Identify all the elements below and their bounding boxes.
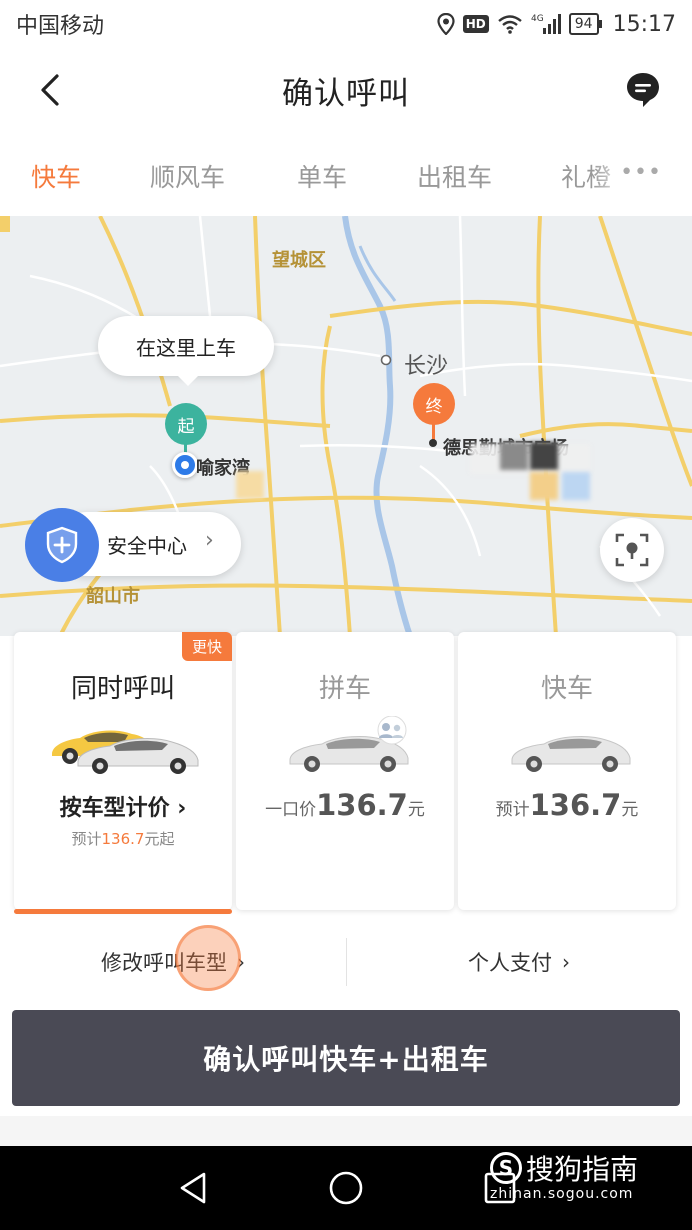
- card-title: 同时呼叫: [70, 674, 175, 704]
- faster-badge: 更快: [181, 632, 232, 661]
- map-blur: [562, 472, 590, 500]
- shield-icon: [25, 508, 99, 582]
- tab-bike[interactable]: 单车: [297, 158, 347, 194]
- status-bar: 中国移动 HD 4G 94 15:17: [0, 0, 692, 48]
- payment-method-label: 个人支付: [468, 951, 552, 975]
- city-label: 长沙: [404, 354, 449, 379]
- more-icon[interactable]: •••: [620, 160, 662, 185]
- express-car-icon: [511, 736, 631, 772]
- county-label: 韶山市: [86, 586, 140, 607]
- taxi-and-car-icon: [52, 730, 199, 774]
- map-blur: [530, 442, 558, 470]
- back-button[interactable]: [30, 68, 70, 112]
- clock: 15:17: [612, 11, 676, 37]
- chevron-left-icon: [41, 74, 59, 106]
- card-title: 拼车: [318, 674, 371, 704]
- price-by-model-label: 按车型计价: [59, 796, 170, 821]
- price-by-model: 按车型计价 ›: [59, 796, 187, 821]
- signal-icon: 4G: [531, 14, 561, 34]
- card-simultaneous-call[interactable]: 更快 同时呼叫 按车型计价 › 预计136.7元起: [14, 632, 232, 914]
- modify-car-type-button[interactable]: 修改呼叫车型 ›: [0, 926, 346, 998]
- watermark-main-text: 搜狗指南: [526, 1153, 639, 1186]
- title-bar: 确认呼叫: [0, 48, 692, 132]
- service-tabs: 快车 顺风车 单车 出租车 礼橙 •••: [0, 132, 692, 216]
- price-value: 136.7: [529, 788, 622, 822]
- card-carpool[interactable]: 拼车 一口价136.7元: [236, 632, 454, 910]
- map-peek-strip: [0, 1116, 692, 1146]
- card-title: 快车: [540, 674, 593, 704]
- watermark-sub: zhinan.sogou.com: [490, 1186, 634, 1202]
- payment-method-button[interactable]: 个人支付 ›: [346, 926, 692, 998]
- page-title: 确认呼叫: [282, 75, 410, 112]
- back-triangle-icon[interactable]: [174, 1168, 214, 1208]
- carpool-car-icon: [289, 716, 409, 772]
- locate-button[interactable]: [600, 518, 664, 582]
- end-pin: 终: [413, 383, 455, 425]
- map-blur: [236, 471, 264, 499]
- message-button[interactable]: [624, 70, 662, 110]
- chat-bubble-icon: [627, 73, 659, 107]
- chevron-right-icon: ›: [205, 528, 214, 553]
- tap-indicator: [175, 925, 241, 991]
- tab-taxi[interactable]: 出租车: [417, 158, 492, 194]
- price-value: 136.7: [316, 788, 408, 822]
- price-estimate: 预计136.7元起: [14, 828, 232, 849]
- chevron-right-icon: ›: [562, 950, 570, 974]
- current-location-icon: [172, 452, 198, 478]
- card-express[interactable]: 快车 预计136.7元: [458, 632, 676, 910]
- start-pin: 起: [165, 403, 207, 445]
- end-pin-stem: [432, 424, 435, 440]
- svg-text:4G: 4G: [531, 14, 544, 24]
- sogou-logo-icon: S: [490, 1152, 522, 1184]
- price-estimate-suffix: 元起: [144, 830, 175, 848]
- safety-center-button[interactable]: 安全中心 ›: [25, 508, 241, 582]
- location-icon: [437, 13, 455, 35]
- price-prefix: 预计: [495, 800, 530, 820]
- price-unit: 元: [407, 800, 425, 820]
- tab-express[interactable]: 快车: [31, 158, 81, 194]
- locate-icon: [615, 533, 649, 567]
- end-pin-dot: [429, 439, 437, 447]
- watermark-main: S 搜狗指南: [490, 1148, 638, 1188]
- map-view[interactable]: 望城区 长沙 韶山市 在这里上车 起 喻家湾 终 德思勤城市广场 安全中心 ›: [0, 216, 692, 636]
- status-icons: HD 4G 94 15:17: [437, 12, 676, 37]
- carpool-price: 一口价136.7元: [236, 788, 454, 822]
- safety-center-label: 安全中心: [107, 534, 187, 558]
- watermark: S 搜狗指南 zhinan.sogou.com: [490, 1146, 670, 1210]
- express-price: 预计136.7元: [458, 788, 676, 822]
- district-label: 望城区: [272, 250, 326, 271]
- car-type-cards: 更快 同时呼叫 按车型计价 › 预计136.7元起 拼车 一口价136.7元 快…: [0, 632, 692, 926]
- price-estimate-prefix: 预计: [71, 830, 102, 848]
- confirm-call-button[interactable]: 确认呼叫快车+出租车: [12, 1010, 680, 1106]
- selected-underline: [14, 909, 232, 914]
- carrier-name: 中国移动: [16, 14, 105, 39]
- options-row: 修改呼叫车型 › 个人支付 ›: [0, 926, 692, 998]
- map-blur: [500, 442, 528, 470]
- price-estimate-value: 136.7: [101, 830, 145, 848]
- battery-indicator: 94: [568, 13, 602, 35]
- tab-hitch[interactable]: 顺风车: [150, 158, 225, 194]
- price-prefix: 一口价: [265, 800, 317, 820]
- city-marker-icon: [380, 354, 392, 366]
- price-unit: 元: [621, 800, 639, 820]
- map-blur: [530, 472, 558, 500]
- home-circle-icon[interactable]: [326, 1168, 366, 1208]
- wifi-icon: [498, 15, 522, 34]
- pickup-bubble[interactable]: 在这里上车: [98, 316, 274, 386]
- hd-icon: HD: [462, 15, 489, 33]
